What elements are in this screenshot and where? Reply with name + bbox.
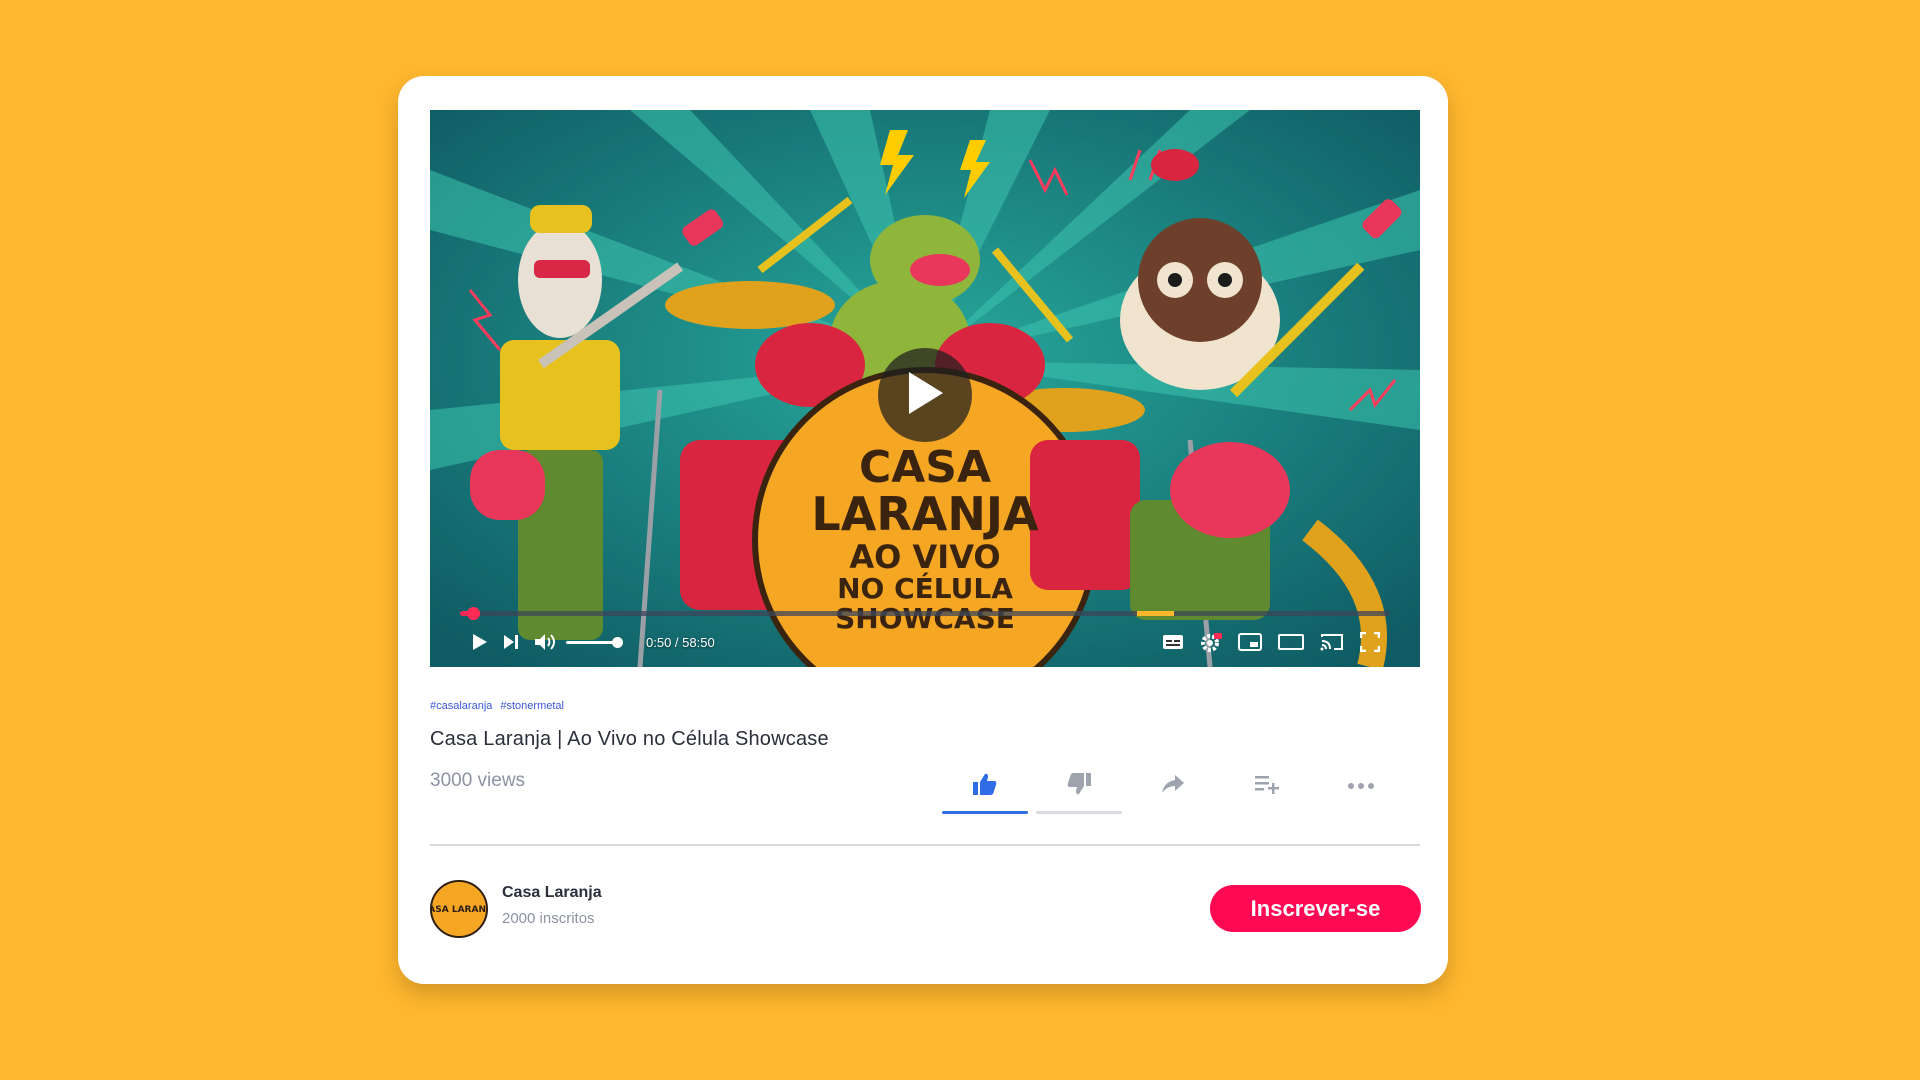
more-options-button[interactable]	[1314, 768, 1408, 804]
player-controls: 0:50 / 58:50	[470, 628, 1380, 656]
thumbnail-text-line: LARANJA	[811, 487, 1039, 541]
view-count: 3000 views	[430, 770, 526, 791]
channel-avatar[interactable]: CASA LARANJA	[430, 880, 488, 938]
channel-name[interactable]: Casa Laranja	[502, 884, 602, 902]
subscribe-button[interactable]: Inscrever-se	[1210, 885, 1421, 932]
share-button[interactable]	[1126, 768, 1220, 804]
like-active-underline	[942, 811, 1028, 814]
thumbnail-text-line: CASA	[859, 442, 991, 493]
video-card: CASA LARANJA AO VIVO NO CÉLULA SHOWCASE	[398, 76, 1448, 984]
volume-icon[interactable]	[534, 633, 556, 651]
volume-knob[interactable]	[612, 636, 623, 648]
avatar-logo-text: CASA LARANJA	[432, 905, 486, 915]
subtitles-icon[interactable]	[1162, 634, 1184, 650]
thumbnail-text-line: NO CÉLULA	[837, 571, 1013, 605]
add-to-playlist-button[interactable]	[1220, 768, 1314, 804]
dislike-button[interactable]	[1032, 768, 1126, 814]
play-icon	[905, 370, 945, 421]
progress-scrubber[interactable]	[467, 607, 481, 620]
theater-icon[interactable]	[1278, 634, 1304, 650]
hashtag-list: #casalaranja #stonermetal	[430, 700, 564, 712]
progress-bar[interactable]	[460, 607, 1390, 620]
hashtag-link[interactable]: #stonermetal	[500, 700, 564, 712]
next-icon[interactable]	[502, 633, 520, 651]
volume-slider[interactable]	[566, 636, 623, 648]
play-icon[interactable]	[470, 633, 488, 651]
video-title: Casa Laranja | Ao Vivo no Célula Showcas…	[430, 728, 829, 750]
dislike-underline	[1036, 811, 1122, 814]
miniplayer-icon[interactable]	[1238, 633, 1262, 651]
section-divider	[430, 844, 1420, 846]
share-icon	[1161, 774, 1185, 799]
thumbnail-text-line: AO VIVO	[849, 538, 1000, 576]
video-actions	[938, 768, 1408, 814]
time-display: 0:50 / 58:50	[646, 634, 715, 650]
hashtag-link[interactable]: #casalaranja	[430, 700, 492, 712]
big-play-button[interactable]	[878, 348, 972, 442]
like-button[interactable]	[938, 768, 1032, 814]
settings-hd-icon[interactable]	[1200, 632, 1222, 652]
cast-icon[interactable]	[1320, 633, 1344, 651]
thumbs-up-icon	[972, 772, 998, 801]
progress-buffer-marker	[1137, 611, 1175, 616]
more-icon	[1347, 777, 1375, 795]
fullscreen-icon[interactable]	[1360, 632, 1380, 652]
thumbs-down-icon	[1066, 772, 1092, 801]
subscriber-count: 2000 inscritos	[502, 910, 595, 927]
video-player[interactable]: CASA LARANJA AO VIVO NO CÉLULA SHOWCASE	[430, 110, 1420, 667]
playlist-add-icon	[1254, 774, 1280, 799]
